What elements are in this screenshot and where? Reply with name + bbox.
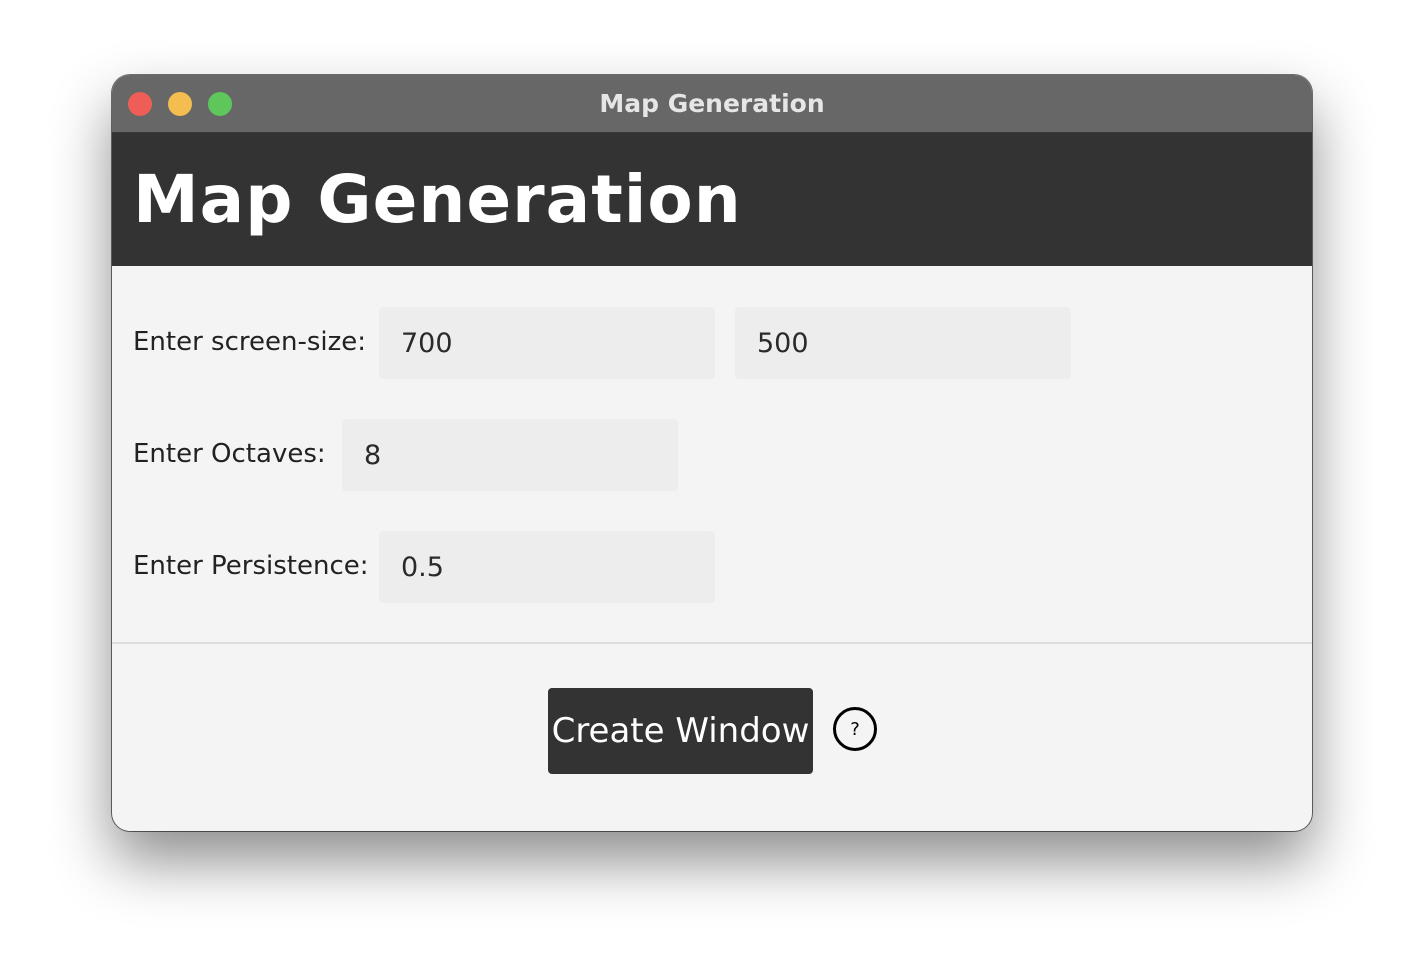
screen-width-input[interactable] <box>379 307 715 379</box>
persistence-input[interactable] <box>379 531 715 603</box>
page-title: Map Generation <box>133 161 742 238</box>
window-title: Map Generation <box>599 89 825 118</box>
title-bar[interactable]: Map Generation <box>112 75 1312 133</box>
section-divider <box>112 642 1312 644</box>
help-icon: ? <box>850 718 860 740</box>
create-window-button[interactable]: Create Window <box>548 688 813 774</box>
persistence-label: Enter Persistence: <box>133 551 369 581</box>
page-header: Map Generation <box>112 133 1312 266</box>
screen-height-input[interactable] <box>735 307 1071 379</box>
help-button[interactable]: ? <box>833 707 877 751</box>
octaves-label: Enter Octaves: <box>133 439 326 469</box>
octaves-input[interactable] <box>342 419 678 491</box>
app-window: Map Generation Map Generation Enter scre… <box>112 75 1312 831</box>
screen-size-label: Enter screen-size: <box>133 327 367 357</box>
